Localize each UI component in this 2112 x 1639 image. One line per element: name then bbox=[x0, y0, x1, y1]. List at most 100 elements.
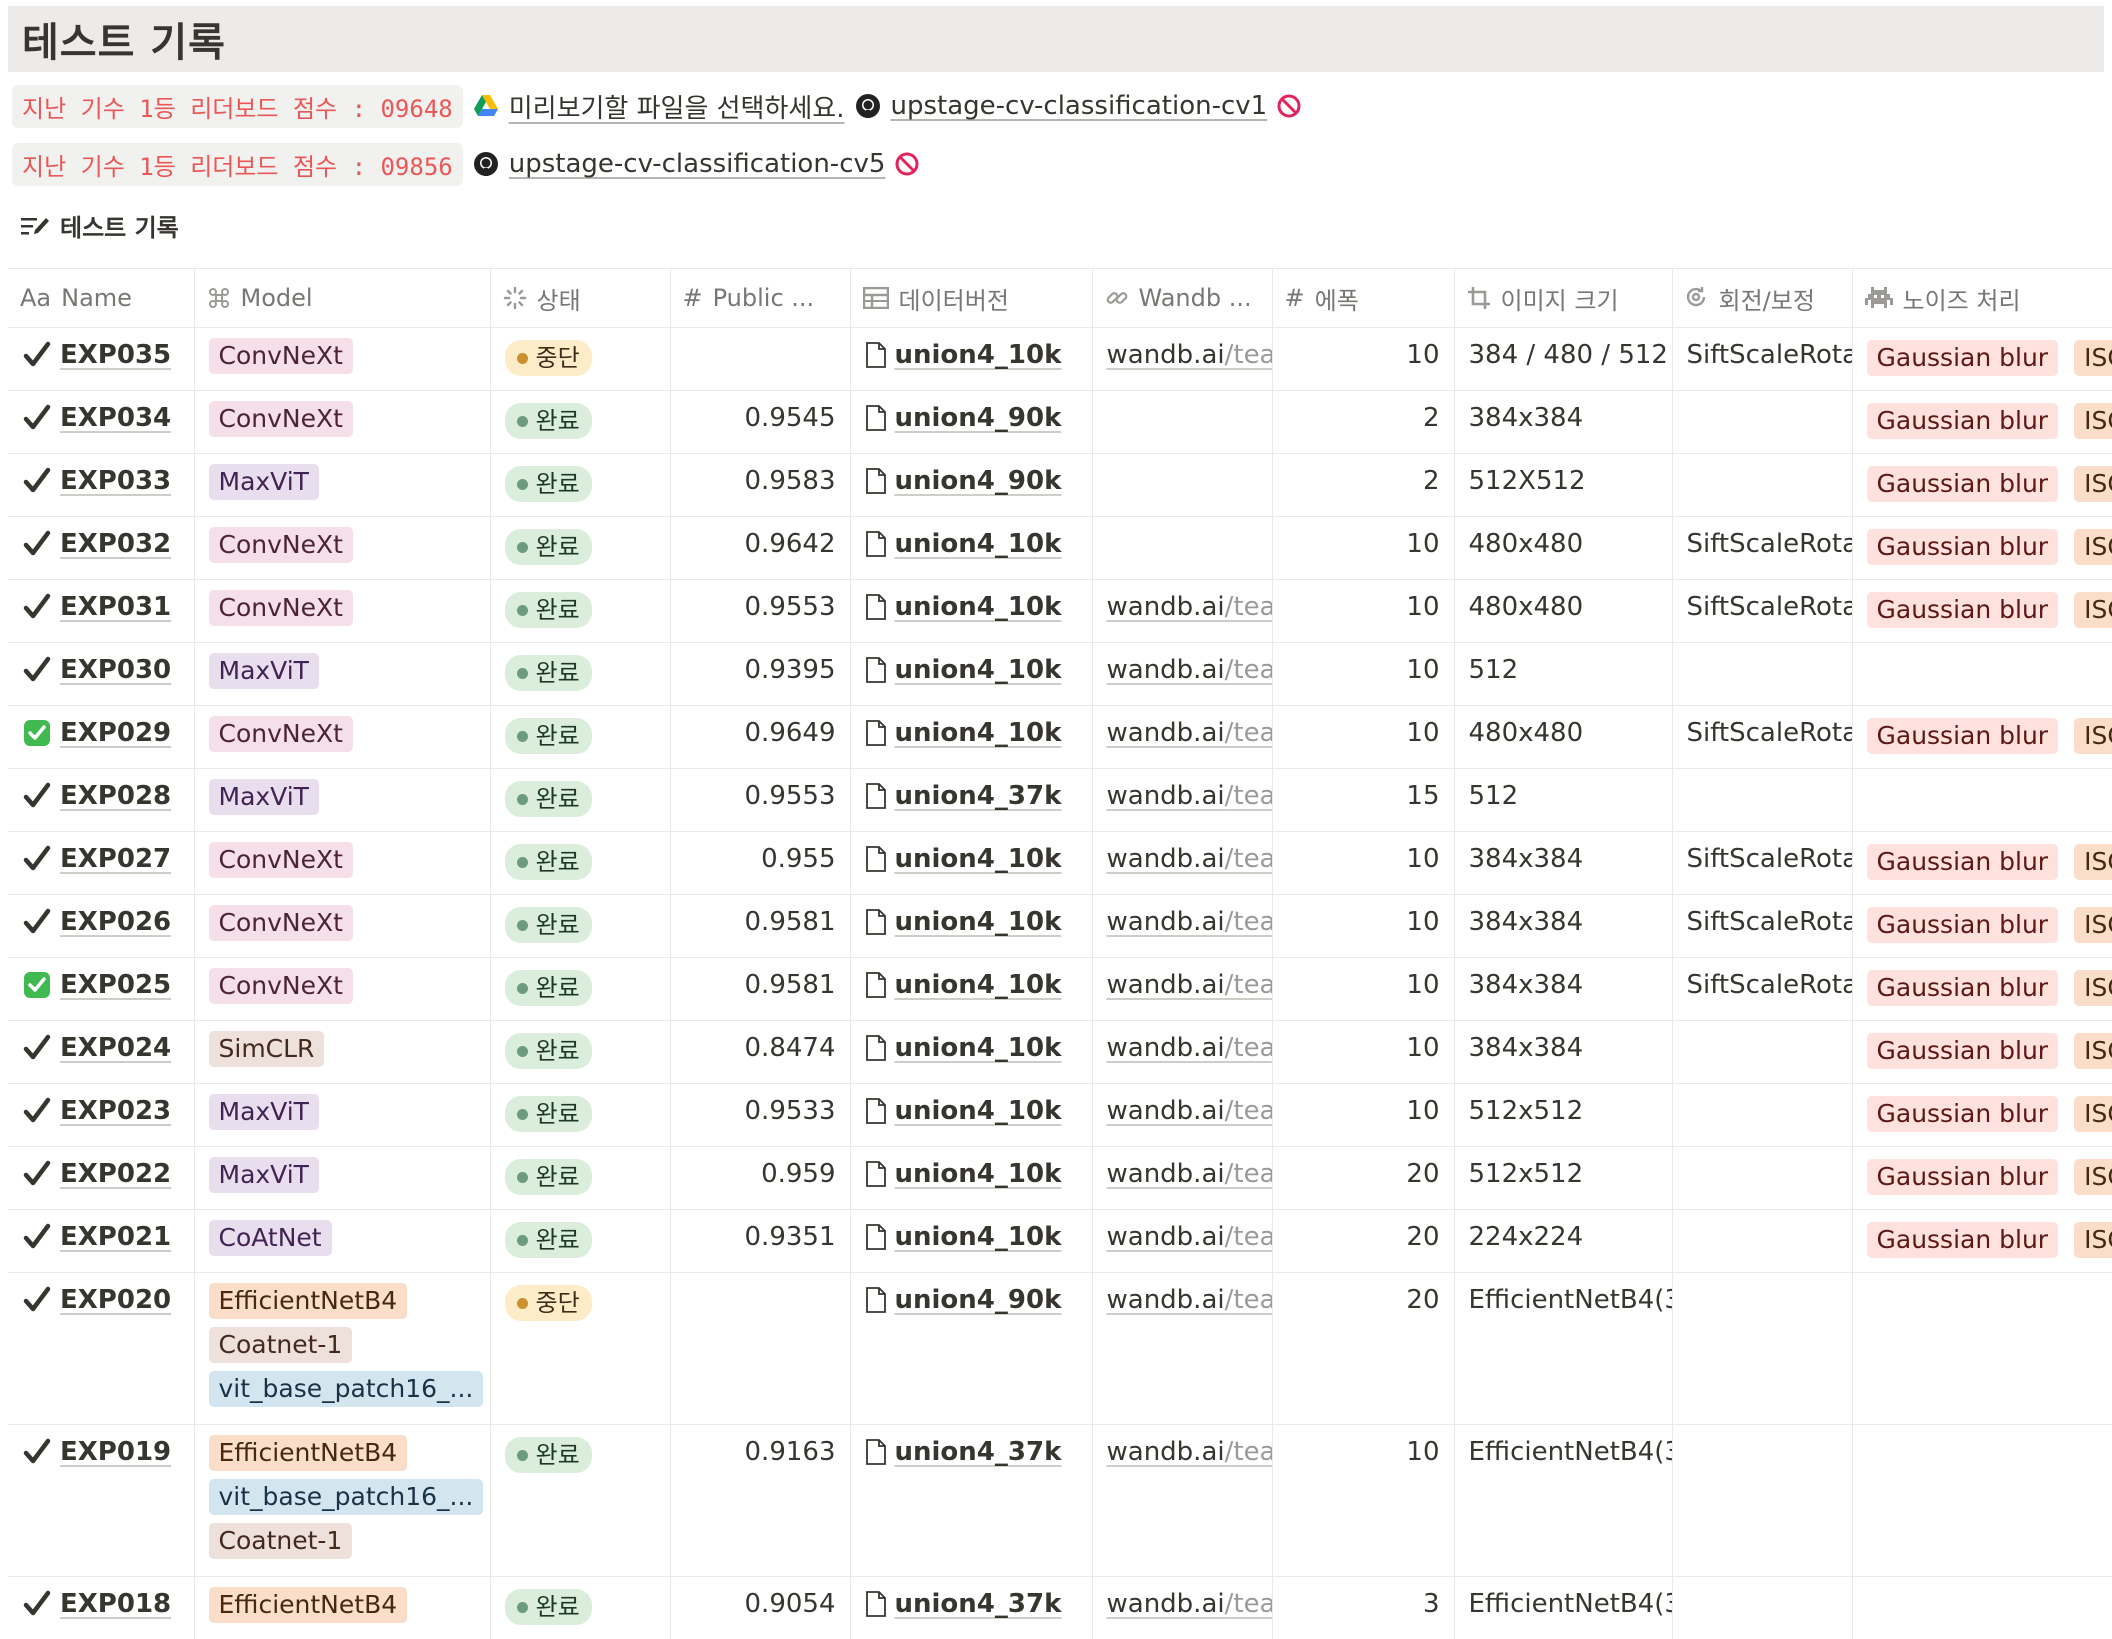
wandb-link[interactable]: wandb.ai/tea... bbox=[1107, 970, 1273, 1000]
wandb-link[interactable]: wandb.ai/tea... bbox=[1107, 1033, 1273, 1063]
col-header-epoch[interactable]: #에폭 bbox=[1272, 269, 1454, 328]
experiment-name[interactable]: EXP035 bbox=[60, 340, 171, 370]
col-header-noise[interactable]: 노이즈 처리 bbox=[1852, 269, 2112, 328]
table-row[interactable]: EXP022MaxViT완료0.959union4_10kwandb.ai/te… bbox=[8, 1147, 2112, 1210]
cell-image-size[interactable]: 480x480 bbox=[1454, 580, 1672, 643]
experiment-name[interactable]: EXP034 bbox=[60, 403, 171, 433]
cell-wandb[interactable]: wandb.ai/tea... bbox=[1092, 769, 1272, 832]
cell-public-score[interactable]: 0.9553 bbox=[670, 769, 850, 832]
cell-status[interactable]: 완료 bbox=[490, 454, 670, 517]
cell-name[interactable]: EXP020 bbox=[8, 1273, 194, 1425]
cell-public-score[interactable]: 0.9163 bbox=[670, 1425, 850, 1577]
cell-noise[interactable]: Gaussian blurISO bbox=[1852, 454, 2112, 517]
cell-epoch[interactable]: 10 bbox=[1272, 1425, 1454, 1577]
model-tag[interactable]: MaxViT bbox=[209, 464, 319, 500]
cell-name[interactable]: EXP018 bbox=[8, 1577, 194, 1639]
cell-rotate[interactable] bbox=[1672, 454, 1852, 517]
cell-epoch[interactable]: 2 bbox=[1272, 391, 1454, 454]
model-tag[interactable]: ConvNeXt bbox=[209, 905, 353, 941]
status-badge[interactable]: 완료 bbox=[505, 655, 592, 691]
model-tag[interactable]: EfficientNetB4 bbox=[209, 1435, 408, 1471]
cell-epoch[interactable]: 20 bbox=[1272, 1147, 1454, 1210]
cell-status[interactable]: 완료 bbox=[490, 643, 670, 706]
data-version-link[interactable]: union4_90k bbox=[895, 1285, 1062, 1315]
cell-data-version[interactable]: union4_37k bbox=[850, 1577, 1092, 1639]
cell-rotate[interactable] bbox=[1672, 391, 1852, 454]
data-version-link[interactable]: union4_10k bbox=[895, 718, 1062, 748]
cell-status[interactable]: 완료 bbox=[490, 769, 670, 832]
noise-tag[interactable]: Gaussian blur bbox=[1867, 403, 2059, 439]
cell-model[interactable]: EfficientNetB4Coatnet-1vit_base_patch16_… bbox=[194, 1273, 490, 1425]
status-badge[interactable]: 완료 bbox=[505, 1159, 592, 1195]
cell-noise[interactable]: Gaussian blurISO bbox=[1852, 706, 2112, 769]
noise-tag[interactable]: ISO bbox=[2074, 1159, 2112, 1195]
cell-wandb[interactable]: wandb.ai/tea... bbox=[1092, 328, 1272, 391]
data-version-link[interactable]: union4_10k bbox=[895, 340, 1062, 370]
cell-epoch[interactable]: 15 bbox=[1272, 769, 1454, 832]
col-header-wandb[interactable]: Wandb ... bbox=[1092, 269, 1272, 328]
cell-rotate[interactable] bbox=[1672, 1425, 1852, 1577]
experiment-name[interactable]: EXP018 bbox=[60, 1589, 171, 1619]
cell-data-version[interactable]: union4_10k bbox=[850, 517, 1092, 580]
wandb-link[interactable]: wandb.ai/tea... bbox=[1107, 844, 1273, 874]
wandb-link[interactable]: wandb.ai/tea... bbox=[1107, 340, 1273, 370]
table-row[interactable]: EXP032ConvNeXt완료0.9642union4_10k10480x48… bbox=[8, 517, 2112, 580]
cell-data-version[interactable]: union4_10k bbox=[850, 895, 1092, 958]
experiment-name[interactable]: EXP027 bbox=[60, 844, 171, 874]
cell-status[interactable]: 완료 bbox=[490, 1021, 670, 1084]
data-version-link[interactable]: union4_10k bbox=[895, 844, 1062, 874]
cell-epoch[interactable]: 10 bbox=[1272, 832, 1454, 895]
noise-tag[interactable]: Gaussian blur bbox=[1867, 1222, 2059, 1258]
cell-epoch[interactable]: 3 bbox=[1272, 1577, 1454, 1639]
cell-status[interactable]: 완료 bbox=[490, 1210, 670, 1273]
noise-tag[interactable]: Gaussian blur bbox=[1867, 970, 2059, 1006]
table-row[interactable]: EXP035ConvNeXt중단union4_10kwandb.ai/tea..… bbox=[8, 328, 2112, 391]
status-badge[interactable]: 중단 bbox=[505, 340, 592, 376]
noise-tag[interactable]: ISO bbox=[2074, 1222, 2112, 1258]
cell-data-version[interactable]: union4_90k bbox=[850, 391, 1092, 454]
cell-wandb[interactable]: wandb.ai/tea... bbox=[1092, 1577, 1272, 1639]
cell-public-score[interactable] bbox=[670, 328, 850, 391]
cell-epoch[interactable]: 10 bbox=[1272, 580, 1454, 643]
status-badge[interactable]: 완료 bbox=[505, 970, 592, 1006]
status-badge[interactable]: 완료 bbox=[505, 1096, 592, 1132]
cell-status[interactable]: 중단 bbox=[490, 328, 670, 391]
model-tag[interactable]: EfficientNetB4 bbox=[209, 1587, 408, 1623]
cell-noise[interactable]: Gaussian blurISO bbox=[1852, 1021, 2112, 1084]
status-badge[interactable]: 완료 bbox=[505, 844, 592, 880]
status-badge[interactable]: 완료 bbox=[505, 1589, 592, 1625]
cell-image-size[interactable]: 384x384 bbox=[1454, 958, 1672, 1021]
cell-model[interactable]: MaxViT bbox=[194, 1084, 490, 1147]
experiment-name[interactable]: EXP031 bbox=[60, 592, 171, 622]
model-tag[interactable]: vit_base_patch16_... bbox=[209, 1371, 484, 1407]
data-version-link[interactable]: union4_10k bbox=[895, 655, 1062, 685]
table-row[interactable]: EXP018EfficientNetB4완료0.9054union4_37kwa… bbox=[8, 1577, 2112, 1639]
cell-image-size[interactable]: 512x512 bbox=[1454, 1147, 1672, 1210]
cell-epoch[interactable]: 10 bbox=[1272, 958, 1454, 1021]
cell-noise[interactable]: Gaussian blurISO bbox=[1852, 328, 2112, 391]
data-version-link[interactable]: union4_37k bbox=[895, 1589, 1062, 1619]
cell-public-score[interactable]: 0.9649 bbox=[670, 706, 850, 769]
cell-public-score[interactable]: 0.959 bbox=[670, 1147, 850, 1210]
cell-name[interactable]: EXP027 bbox=[8, 832, 194, 895]
table-row[interactable]: EXP024SimCLR완료0.8474union4_10kwandb.ai/t… bbox=[8, 1021, 2112, 1084]
cell-public-score[interactable]: 0.9351 bbox=[670, 1210, 850, 1273]
wandb-link[interactable]: wandb.ai/tea... bbox=[1107, 907, 1273, 937]
model-tag[interactable]: ConvNeXt bbox=[209, 968, 353, 1004]
cell-status[interactable]: 완료 bbox=[490, 1577, 670, 1639]
cell-public-score[interactable]: 0.9533 bbox=[670, 1084, 850, 1147]
cell-data-version[interactable]: union4_10k bbox=[850, 706, 1092, 769]
noise-tag[interactable]: ISO bbox=[2074, 718, 2112, 754]
noise-tag[interactable]: Gaussian blur bbox=[1867, 844, 2059, 880]
cell-epoch[interactable]: 10 bbox=[1272, 895, 1454, 958]
cell-status[interactable]: 중단 bbox=[490, 1273, 670, 1425]
model-tag[interactable]: ConvNeXt bbox=[209, 590, 353, 626]
model-tag[interactable]: SimCLR bbox=[209, 1031, 325, 1067]
cell-rotate[interactable] bbox=[1672, 1084, 1852, 1147]
experiment-name[interactable]: EXP025 bbox=[60, 970, 171, 1000]
google-drive-icon[interactable] bbox=[473, 94, 499, 118]
cell-wandb[interactable] bbox=[1092, 454, 1272, 517]
cell-name[interactable]: EXP024 bbox=[8, 1021, 194, 1084]
wandb-link[interactable]: wandb.ai/tea... bbox=[1107, 1437, 1273, 1467]
table-row[interactable]: EXP030MaxViT완료0.9395union4_10kwandb.ai/t… bbox=[8, 643, 2112, 706]
